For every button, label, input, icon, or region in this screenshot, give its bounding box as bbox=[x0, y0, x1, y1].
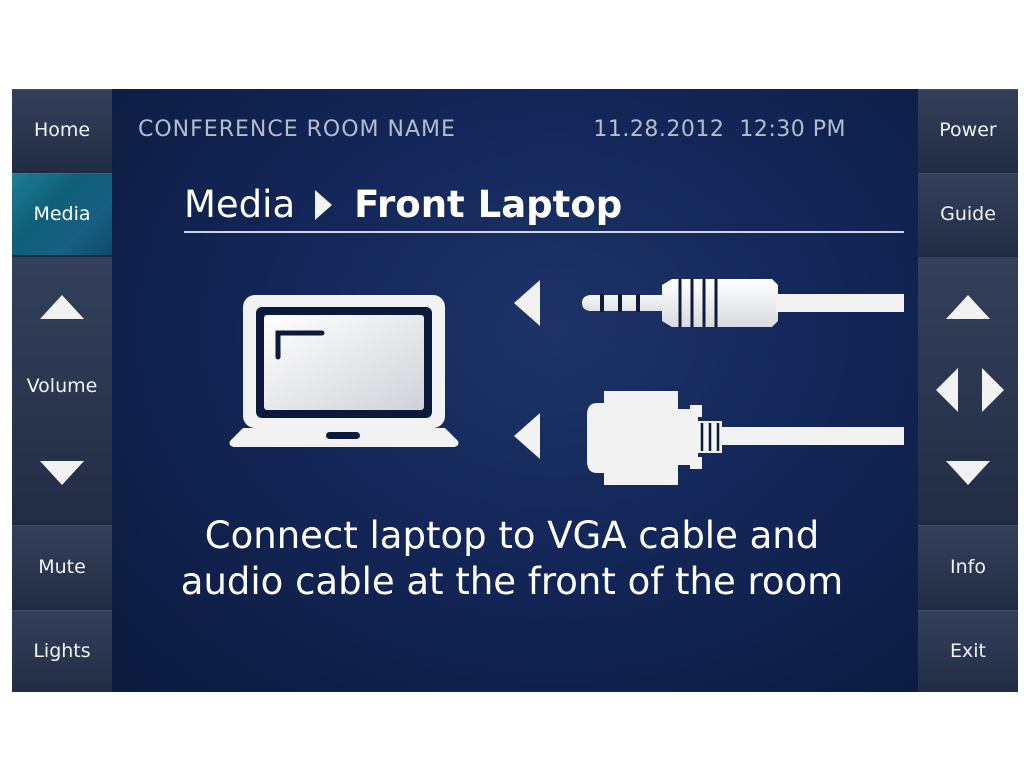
home-button[interactable]: Home bbox=[12, 89, 112, 171]
media-button[interactable]: Media bbox=[12, 173, 112, 255]
instruction-line-1: Connect laptop to VGA cable and bbox=[204, 514, 820, 557]
volume-down-icon bbox=[40, 461, 84, 485]
volume-up-icon bbox=[40, 295, 84, 319]
mute-button-label: Mute bbox=[38, 555, 86, 578]
home-button-label: Home bbox=[33, 119, 91, 141]
volume-control: Volume bbox=[12, 257, 112, 523]
right-arrow-icon bbox=[982, 368, 1004, 412]
up-arrow-icon bbox=[946, 295, 990, 319]
lights-button-label: Lights bbox=[33, 640, 91, 662]
media-button-label: Media bbox=[33, 203, 91, 225]
main-content: CONFERENCE ROOM NAME 11.28.2012 12:30 PM… bbox=[112, 89, 918, 692]
dpad-up-button[interactable] bbox=[938, 277, 998, 337]
guide-button[interactable]: Guide bbox=[918, 173, 1018, 255]
info-button[interactable]: Info bbox=[918, 525, 1018, 608]
laptop-icon bbox=[229, 295, 459, 447]
mute-button[interactable]: Mute bbox=[12, 525, 112, 608]
volume-up-button[interactable] bbox=[12, 277, 112, 337]
exit-button[interactable]: Exit bbox=[918, 610, 1018, 692]
left-nav: Home Media Volume Mute Lights bbox=[12, 89, 112, 692]
instruction-line-2: audio cable at the front of the room bbox=[180, 560, 844, 603]
dpad-left-button[interactable] bbox=[926, 360, 968, 420]
info-button-label: Info bbox=[950, 555, 986, 578]
power-button[interactable]: Power bbox=[918, 89, 1018, 171]
dpad bbox=[918, 257, 1018, 523]
exit-button-label: Exit bbox=[950, 640, 986, 662]
volume-down-button[interactable] bbox=[12, 443, 112, 503]
audio-jack-icon bbox=[582, 279, 904, 327]
vga-connector-icon bbox=[587, 391, 904, 485]
audio-arrow-icon bbox=[514, 280, 540, 326]
left-arrow-icon bbox=[936, 368, 958, 412]
dpad-right-button[interactable] bbox=[972, 360, 1014, 420]
instruction-text: Connect laptop to VGA cable and audio ca… bbox=[132, 513, 892, 605]
touch-panel: Home Media Volume Mute Lights CONFERENCE… bbox=[12, 89, 1018, 692]
guide-button-label: Guide bbox=[940, 203, 996, 225]
vga-arrow-icon bbox=[514, 413, 540, 459]
power-button-label: Power bbox=[939, 119, 997, 141]
dpad-down-button[interactable] bbox=[938, 443, 998, 503]
right-nav: Power Guide Info Exit bbox=[918, 89, 1018, 692]
volume-label: Volume bbox=[26, 375, 98, 397]
down-arrow-icon bbox=[946, 461, 990, 485]
lights-button[interactable]: Lights bbox=[12, 610, 112, 692]
